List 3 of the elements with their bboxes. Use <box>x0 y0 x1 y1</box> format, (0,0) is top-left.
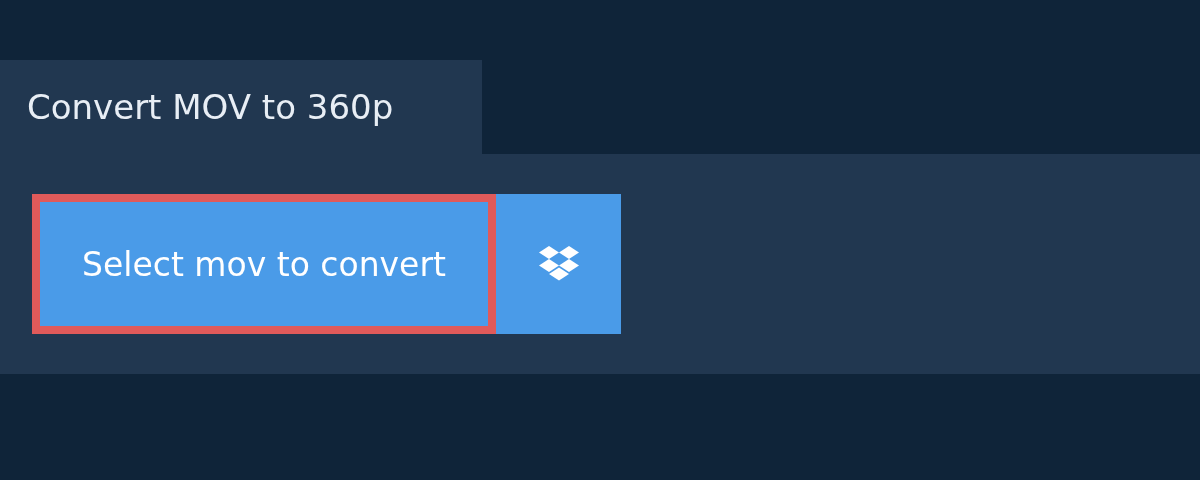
select-file-button[interactable]: Select mov to convert <box>32 194 496 334</box>
dropbox-button[interactable] <box>496 194 621 334</box>
dropbox-icon <box>537 246 580 282</box>
